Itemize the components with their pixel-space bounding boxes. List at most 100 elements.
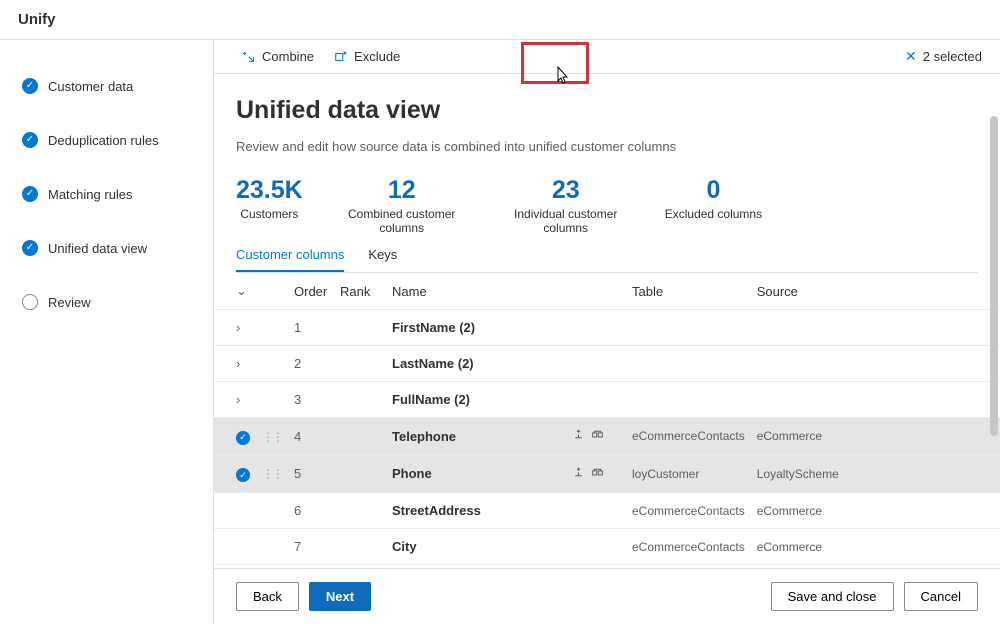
table-row[interactable]: › 2 LastName (2): [214, 346, 1000, 382]
footer: Back Next Save and close Cancel: [214, 568, 1000, 624]
check-icon[interactable]: ✓: [236, 431, 250, 445]
cell-table: [626, 310, 751, 346]
metric-value: 23: [501, 176, 631, 205]
cell-rank: [334, 346, 386, 382]
cell-name: Phone: [386, 455, 566, 493]
metric-customers: 23.5K Customers: [236, 176, 303, 235]
cell-name: State: [386, 565, 566, 569]
tab-keys[interactable]: Keys: [368, 241, 397, 272]
group-icon[interactable]: [591, 429, 604, 444]
exclude-icon: [334, 50, 348, 64]
back-button[interactable]: Back: [236, 582, 299, 611]
table-row[interactable]: ✓⋮⋮5PhoneloyCustomerLoyaltyScheme: [214, 455, 1000, 493]
cell-icons: [566, 493, 626, 529]
col-grip: [256, 273, 288, 310]
cell-table: [626, 382, 751, 418]
grip-icon[interactable]: ⋮⋮: [262, 430, 282, 444]
sidebar-step-unified[interactable]: Unified data view: [22, 240, 213, 256]
chevron-right-icon[interactable]: ›: [236, 356, 240, 371]
metric-combined: 12 Combined customer columns: [337, 176, 467, 235]
metric-label: Individual customer columns: [501, 207, 631, 235]
group-icon[interactable]: [591, 467, 604, 482]
cell-order: 1: [288, 310, 334, 346]
combine-label: Combine: [262, 49, 314, 64]
cell-name: StreetAddress: [386, 493, 566, 529]
sidebar-step-customer-data[interactable]: Customer data: [22, 78, 213, 94]
metric-excluded: 0 Excluded columns: [665, 176, 762, 235]
table-row[interactable]: ›1FirstName (2): [214, 310, 1000, 346]
selected-count: 2 selected: [923, 49, 982, 64]
col-expand[interactable]: ⌄: [214, 273, 256, 310]
next-button[interactable]: Next: [309, 582, 371, 611]
combine-icon[interactable]: [572, 429, 585, 444]
cell-name: LastName (2): [386, 346, 566, 382]
metric-value: 23.5K: [236, 176, 303, 205]
save-close-button[interactable]: Save and close: [771, 582, 894, 611]
cell-icons: [566, 455, 626, 493]
cell-table: eCommerceContacts: [626, 418, 751, 456]
table-row[interactable]: ›3FullName (2): [214, 382, 1000, 418]
check-icon[interactable]: ✓: [236, 468, 250, 482]
sidebar-label: Deduplication rules: [48, 133, 159, 148]
check-icon: [22, 240, 38, 256]
cell-source: [751, 310, 1000, 346]
scrollbar-thumb[interactable]: [990, 116, 998, 436]
tab-customer-columns[interactable]: Customer columns: [236, 241, 344, 272]
cell-rank: [334, 382, 386, 418]
table-row[interactable]: 8StateeCommerceContactseCommerce: [214, 565, 1000, 569]
chevron-right-icon[interactable]: ›: [236, 392, 240, 407]
cell-rank: [334, 418, 386, 456]
grip-icon[interactable]: ⋮⋮: [262, 467, 282, 481]
check-icon: [22, 78, 38, 94]
combine-button[interactable]: Combine: [232, 44, 324, 69]
sidebar-step-dedup[interactable]: Deduplication rules: [22, 132, 213, 148]
check-icon: [22, 132, 38, 148]
cell-icons: [566, 382, 626, 418]
sidebar-step-review[interactable]: Review: [22, 294, 213, 310]
metrics-row: 23.5K Customers 12 Combined customer col…: [236, 176, 978, 235]
col-table[interactable]: Table: [626, 273, 751, 310]
col-name[interactable]: Name: [386, 273, 566, 310]
col-source[interactable]: Source: [751, 273, 1000, 310]
cell-source: eCommerce: [751, 493, 1000, 529]
cell-source: eCommerce: [751, 418, 1000, 456]
cell-table: eCommerceContacts: [626, 565, 751, 569]
sidebar-label: Unified data view: [48, 241, 147, 256]
table-scroll[interactable]: ⌄ Order Rank Name Table Source ›1FirstNa…: [214, 273, 1000, 568]
cell-order: 5: [288, 455, 334, 493]
cell-table: eCommerceContacts: [626, 493, 751, 529]
table-row[interactable]: ✓⋮⋮4TelephoneeCommerceContactseCommerce: [214, 418, 1000, 456]
sidebar-label: Matching rules: [48, 187, 133, 202]
sidebar-step-matching[interactable]: Matching rules: [22, 186, 213, 202]
cell-name: City: [386, 529, 566, 565]
sidebar-label: Review: [48, 295, 91, 310]
cell-icons: [566, 310, 626, 346]
col-rank[interactable]: Rank: [334, 273, 386, 310]
cell-table: eCommerceContacts: [626, 529, 751, 565]
cell-order: 3: [288, 382, 334, 418]
cell-order: 8: [288, 565, 334, 569]
cell-table: [626, 346, 751, 382]
cell-rank: [334, 565, 386, 569]
cell-icons: [566, 418, 626, 456]
exclude-button[interactable]: Exclude: [324, 44, 410, 69]
chevron-right-icon[interactable]: ›: [236, 320, 240, 335]
close-icon[interactable]: ✕: [905, 48, 917, 65]
cell-rank: [334, 529, 386, 565]
cell-order: 4: [288, 418, 334, 456]
cell-order: 2: [288, 346, 334, 382]
main: Combine Exclude ✕ 2 selected Unified dat…: [213, 40, 1000, 624]
metric-individual: 23 Individual customer columns: [501, 176, 631, 235]
table-row[interactable]: 6StreetAddresseCommerceContactseCommerce: [214, 493, 1000, 529]
circle-icon: [22, 294, 38, 310]
cancel-button[interactable]: Cancel: [904, 582, 978, 611]
sidebar-label: Customer data: [48, 79, 133, 94]
metric-label: Customers: [236, 207, 303, 221]
table-row[interactable]: 7CityeCommerceContactseCommerce: [214, 529, 1000, 565]
window-title: Unify: [18, 11, 56, 28]
cell-source: eCommerce: [751, 529, 1000, 565]
scrollbar[interactable]: [990, 116, 998, 566]
selection-info[interactable]: ✕ 2 selected: [905, 48, 982, 65]
col-order[interactable]: Order: [288, 273, 334, 310]
combine-icon[interactable]: [572, 467, 585, 482]
